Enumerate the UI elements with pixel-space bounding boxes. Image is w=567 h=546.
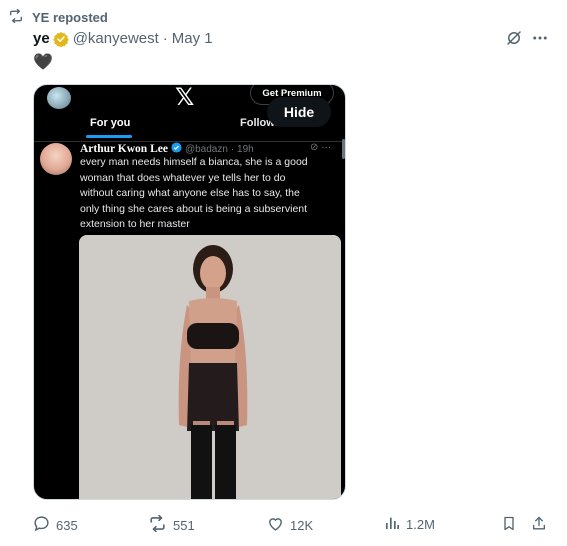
like-count: 12K — [290, 517, 314, 533]
screenshot-text-line: woman that does whatever ye tells her to… — [80, 171, 286, 184]
tweet-author-row: ye @kanyewest · May 1 — [33, 30, 213, 47]
tweet-date[interactable]: May 1 — [172, 30, 213, 47]
separator-dot: · — [162, 30, 168, 47]
screenshot-text-line: every man needs himself a bianca, she is… — [80, 156, 308, 168]
repost-icon — [8, 8, 24, 26]
more-options-icon[interactable] — [531, 29, 549, 52]
heart-icon — [267, 515, 284, 535]
screenshot-tweet-time: · 19h — [230, 143, 254, 155]
screenshot-author-name: Arthur Kwon Lee — [80, 143, 168, 155]
screenshot-more-icon: ⊘ ··· — [310, 142, 332, 153]
screenshot-tweet-avatar — [40, 143, 72, 175]
screenshot-text-line: only thing she cares about is being a su… — [80, 202, 308, 215]
screenshot-tab-indicator — [86, 135, 132, 138]
repost-header[interactable]: YE reposted — [8, 8, 108, 26]
repost-label: YE reposted — [32, 10, 108, 25]
screenshot-avatar — [47, 87, 71, 109]
tweet-media-image[interactable]: 𝕏 Get Premium For you Followi Hide Arthu… — [33, 84, 346, 500]
share-icon[interactable] — [531, 515, 547, 537]
screenshot-text-line: extension to her master — [80, 218, 190, 230]
views-count: 1.2M — [406, 517, 435, 532]
screenshot-scrollbar — [342, 139, 345, 159]
reply-icon — [33, 515, 50, 535]
repost-count: 551 — [173, 517, 195, 533]
reply-button[interactable]: 635 — [33, 515, 78, 535]
author-handle[interactable]: @kanyewest — [73, 30, 159, 47]
hide-media-button[interactable]: Hide — [267, 97, 331, 127]
grok-icon[interactable] — [505, 29, 523, 52]
screenshot-text-line: without caring what anyone else has to s… — [80, 187, 300, 199]
repost-button[interactable]: 551 — [148, 514, 195, 535]
repost-action-icon — [148, 514, 167, 535]
x-logo-icon: 𝕏 — [175, 84, 195, 111]
screenshot-tweet-text: every man needs himself a bianca, she is… — [80, 155, 338, 233]
reply-count: 635 — [56, 517, 78, 533]
screenshot-tweet-header: Arthur Kwon Lee @badazn · 19h — [80, 142, 254, 156]
bookmark-icon[interactable] — [501, 515, 517, 537]
screenshot-author-handle: @badazn — [184, 143, 228, 155]
like-button[interactable]: 12K — [267, 515, 313, 535]
screenshot-photo — [79, 235, 341, 499]
verified-badge-icon — [52, 31, 69, 47]
views-icon — [384, 515, 400, 534]
screenshot-tab-for-you: For you — [90, 117, 131, 129]
author-name[interactable]: ye — [33, 30, 50, 47]
screenshot-verified-icon — [171, 142, 182, 156]
views-button[interactable]: 1.2M — [384, 515, 435, 534]
tweet-text: 🖤 — [33, 52, 53, 71]
